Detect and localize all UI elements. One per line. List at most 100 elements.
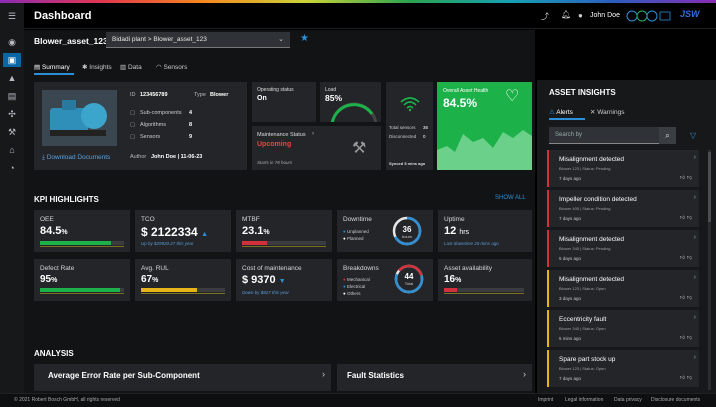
thumbs-icon: 👍︎👎︎	[679, 335, 694, 341]
kpi-avail-bar	[444, 288, 524, 292]
asset-health-label: Overall Asset Health	[443, 88, 489, 94]
tab-alerts[interactable]: ⚠ Alerts	[549, 108, 585, 120]
footer-disclosure-link[interactable]: Disclosure documents	[651, 397, 700, 403]
maintenance-status-label: Maintenance Status	[257, 132, 306, 138]
footer-privacy-link[interactable]: Data privacy	[614, 397, 642, 403]
maintenance-status-tile[interactable]: Maintenance Status › Upcoming Starts in …	[252, 126, 381, 170]
kpi-rul-value: 67%	[141, 274, 159, 285]
tab-warnings[interactable]: ✕ Warnings	[590, 108, 640, 120]
wrench-icon[interactable]: ⚒	[5, 125, 19, 139]
kpi-oee-value: 84.5%	[40, 225, 68, 237]
footer-copyright: © 2021 Robert Bosch GmbH, all rights res…	[14, 397, 120, 403]
chevron-right-icon: ›	[693, 314, 696, 321]
kpi-defect-rate[interactable]: Defect Rate 95%	[34, 259, 130, 301]
kpi-avail-value: 16%	[444, 274, 462, 285]
kpi-downtime-label: Downtime	[343, 216, 372, 223]
analysis-title: ANALYSIS	[34, 349, 74, 358]
alert-item[interactable]: Impeller condition detected Blower 405 | …	[547, 190, 699, 227]
alert-item[interactable]: Eccentricity fault Blower 345 | Status: O…	[547, 310, 699, 347]
gauge-icon[interactable]: ◔	[5, 161, 19, 175]
kpi-defect-target	[40, 293, 124, 294]
alert-item[interactable]: Misalignment detected Blower 345 | Status…	[547, 230, 699, 267]
author-label: Author	[130, 154, 147, 160]
chevron-right-icon: ›	[693, 194, 696, 201]
kpi-uptime[interactable]: Uptime 12 hrs Last downtime 20 mins ago	[438, 210, 532, 252]
chevron-right-icon: ›	[693, 274, 696, 281]
analysis-card-error-rate[interactable]: Average Error Rate per Sub-Component ›	[34, 364, 331, 391]
kpi-oee-bar	[40, 241, 124, 245]
disconnected-value: 0	[423, 134, 426, 139]
filter-icon[interactable]: ▽	[690, 131, 696, 140]
kpi-cost-label: Cost of maintenance	[242, 265, 302, 272]
footer-legal-link[interactable]: Legal information	[565, 397, 603, 403]
network-icon[interactable]: ✣	[5, 107, 19, 121]
health-trend-area	[437, 130, 532, 170]
factory-icon[interactable]: ⌂	[5, 143, 19, 157]
downtime-value: 36	[402, 225, 412, 234]
tab-sensors[interactable]: ◠ Sensors	[156, 63, 202, 75]
show-all-link[interactable]: SHOW ALL	[495, 195, 526, 201]
downtime-unit: hours	[401, 234, 412, 239]
dashboard-icon[interactable]: ▣	[3, 53, 21, 67]
maintenance-status-value: Upcoming	[257, 141, 292, 148]
thumbs-icon: 👍︎👎︎	[679, 255, 694, 261]
sensor-count-icon: ▢	[130, 134, 136, 140]
alert-icon[interactable]: ▲	[5, 71, 19, 85]
arrow-up-icon: ▲	[201, 231, 209, 238]
kpi-avail-target	[444, 293, 524, 294]
chevron-right-icon: ›	[693, 154, 696, 161]
kpi-title: KPI HIGHLIGHTS	[34, 195, 99, 204]
kpi-tco-sub: Up by $29920.27 this year	[141, 241, 194, 246]
user-icon[interactable]: ●	[578, 11, 583, 20]
menu-icon[interactable]: ☰	[5, 9, 19, 23]
star-icon[interactable]: ★	[300, 33, 309, 44]
kpi-rul-target	[141, 293, 225, 294]
search-icon[interactable]: ⌕	[659, 127, 676, 144]
sensors-label: Sensors	[140, 134, 161, 140]
breakdown-unit: Total	[404, 281, 414, 286]
disconnected-label: Disconnected	[389, 134, 417, 139]
bell-icon[interactable]: 🔔︎	[561, 10, 571, 19]
kpi-breakdown-label: Breakdowns	[343, 265, 379, 272]
chevron-right-icon: ›	[523, 369, 526, 379]
kpi-breakdowns[interactable]: Breakdowns ● Mechanical ● Electrical ● O…	[337, 259, 433, 301]
kpi-uptime-sub: Last downtime 20 mins ago	[444, 241, 499, 246]
thumbs-icon: 👍︎👎︎	[679, 175, 694, 181]
load-gauge	[330, 102, 378, 122]
footer: © 2021 Robert Bosch GmbH, all rights res…	[0, 393, 716, 407]
asset-select[interactable]: Bidadi plant > Blower_asset_123 ⌄	[106, 32, 290, 48]
analysis-card-fault-statistics[interactable]: Fault Statistics ›	[337, 364, 532, 391]
kpi-defect-value: 95%	[40, 274, 58, 285]
insights-title: ASSET INSIGHTS	[549, 88, 616, 97]
kpi-oee[interactable]: OEE 84.5%	[34, 210, 130, 252]
clipboard-icon[interactable]: ▤	[5, 89, 19, 103]
kpi-tco[interactable]: TCO $ 2122334 ▲ Up by $29920.27 this yea…	[135, 210, 231, 252]
download-documents-link[interactable]: ⤓ Download Documents	[42, 154, 110, 162]
alert-item[interactable]: Spare part stock up Blower 123 | Status: …	[547, 350, 699, 387]
globe-icon[interactable]: ◉	[5, 35, 19, 49]
summary-icon: ▤	[34, 64, 42, 71]
share-icon[interactable]: ⤴	[541, 11, 549, 22]
partner-logo-icon	[626, 9, 672, 22]
analysis-card-error-rate-title: Average Error Rate per Sub-Component	[48, 371, 200, 380]
kpi-oee-target	[40, 246, 124, 247]
subcomp-icon: ▢	[130, 110, 136, 116]
kpi-cost-maintenance[interactable]: Cost of maintenance $ 9370 ▼ Down by $82…	[236, 259, 332, 301]
tab-insights[interactable]: ✱ Insights	[74, 63, 120, 75]
tab-data[interactable]: ▥ Data	[120, 63, 156, 75]
heart-icon: ♡	[505, 88, 520, 105]
kpi-mtbf[interactable]: MTBF 23.1%	[236, 210, 332, 252]
tab-summary[interactable]: ▤ Summary	[34, 63, 74, 75]
alert-item[interactable]: Misalignment detected Blower 123 | Status…	[547, 150, 699, 187]
user-name[interactable]: John Doe	[590, 12, 620, 19]
kpi-downtime[interactable]: Downtime ● Unplanned ● Planned 36 hours	[337, 210, 433, 252]
kpi-avg-rul[interactable]: Avg. RUL 67%	[135, 259, 231, 301]
kpi-asset-availability[interactable]: Asset availability 16%	[438, 259, 532, 301]
insights-scrollbar[interactable]	[708, 150, 711, 390]
wrench-icon: ⚒	[352, 140, 367, 157]
alert-item[interactable]: Misalignment detected Blower 123 | Status…	[547, 270, 699, 307]
operating-status-value: On	[257, 95, 267, 102]
footer-imprint-link[interactable]: Imprint	[538, 397, 553, 403]
asset-info-panel: ⤓ Download Documents ID 123456789 Type B…	[34, 82, 247, 170]
search-input[interactable]: Search by	[549, 127, 659, 144]
